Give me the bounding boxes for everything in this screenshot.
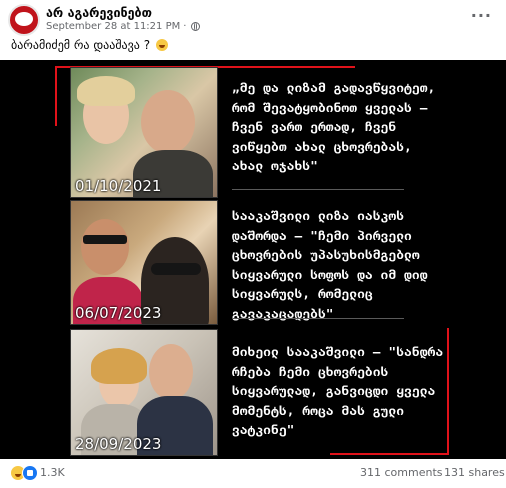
photo-date: 28/09/2023 xyxy=(75,435,162,453)
reaction-icons[interactable] xyxy=(10,465,40,481)
avatar-logo-mark xyxy=(15,12,33,26)
person-face xyxy=(81,219,129,275)
post-timestamp[interactable]: September 28 at 11:21 PM xyxy=(46,21,180,32)
post-image[interactable]: 01/10/2021 06/07/2023 28/09/2023 „მე და … xyxy=(0,60,506,459)
quote-text: სააკაშვილი ლიზა იასკოს დაშორდა – "ჩემი პ… xyxy=(232,208,428,321)
reaction-count[interactable]: 1.3K xyxy=(40,466,65,479)
post-caption: ბარამიძემ რა დააშავა ? xyxy=(11,38,168,52)
person-face xyxy=(149,344,193,400)
page-avatar[interactable] xyxy=(8,4,40,36)
post-meta: September 28 at 11:21 PM · xyxy=(46,21,201,32)
red-frame-line xyxy=(55,66,57,126)
post-footer: 1.3K 311 comments 131 shares xyxy=(0,459,506,488)
red-frame-line xyxy=(330,453,449,455)
photo-date: 01/10/2021 xyxy=(75,177,162,195)
post-header: არ აგარევინებთ September 28 at 11:21 PM … xyxy=(0,0,506,38)
comments-link[interactable]: 311 comments xyxy=(360,466,442,479)
quote-text: „მე და ლიზამ გადავწყვიტეთ, რომ შევატყობი… xyxy=(232,80,436,173)
couple-photo-2023-july: 06/07/2023 xyxy=(70,200,218,325)
couple-photo-2023-sept: 28/09/2023 xyxy=(70,329,218,456)
couple-photo-2021: 01/10/2021 xyxy=(70,67,218,198)
quote-text: მიხეილ სააკაშვილი – "სანდრა რჩება ჩემი ც… xyxy=(232,344,444,437)
red-frame-line xyxy=(447,328,449,453)
sunglasses xyxy=(83,235,127,244)
globe-icon xyxy=(191,22,201,31)
person-hair xyxy=(77,76,135,106)
person-hair xyxy=(91,348,147,384)
person-face xyxy=(141,90,195,154)
caption-text: ბარამიძემ რა დააშავა ? xyxy=(11,38,151,52)
sunglasses xyxy=(151,263,201,275)
laughing-emoji-icon xyxy=(155,39,168,51)
photo-date: 06/07/2023 xyxy=(75,304,162,322)
page-name[interactable]: არ აგარევინებთ xyxy=(46,5,152,20)
shares-link[interactable]: 131 shares xyxy=(444,466,505,479)
like-reaction-icon xyxy=(22,465,38,481)
more-options-button[interactable]: ··· xyxy=(471,6,492,25)
divider xyxy=(232,318,404,319)
divider xyxy=(232,189,404,190)
